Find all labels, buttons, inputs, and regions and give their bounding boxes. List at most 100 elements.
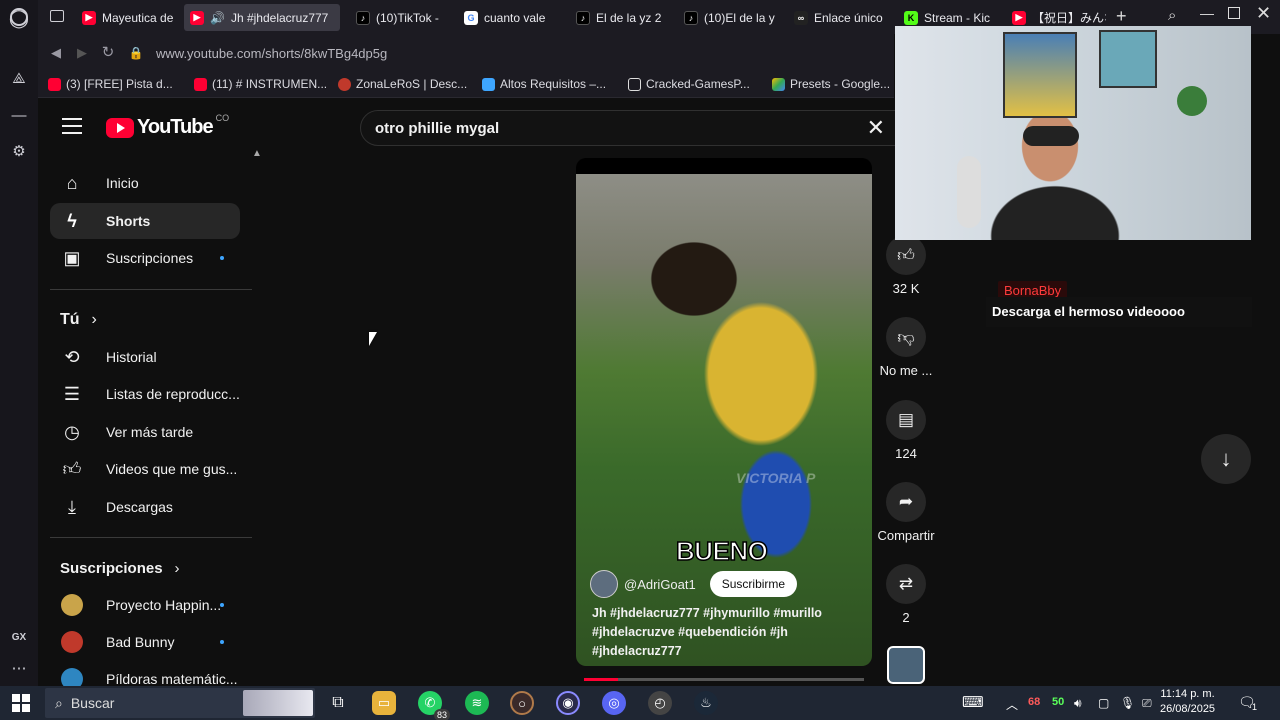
taskbar-search[interactable]: ⌕ Buscar: [45, 688, 315, 718]
speaker-icon[interactable]: 🔊: [210, 11, 225, 25]
tab-3[interactable]: Gcuanto vale: [458, 4, 554, 31]
opera-ai-icon[interactable]: ⟁: [8, 68, 30, 90]
page-scrollbar[interactable]: [1270, 98, 1280, 686]
gx-icon[interactable]: GX: [8, 627, 30, 649]
chevron-up-icon[interactable]: ︿: [1006, 696, 1018, 713]
tab-0[interactable]: ▶ Mayeutica de: [76, 4, 176, 31]
gear-icon[interactable]: ⚙: [8, 141, 30, 163]
shorts-player[interactable]: BUENO VICTORIA P @AdriGoat1 Suscribirme …: [576, 158, 872, 666]
like-button[interactable]: 👍︎: [886, 235, 926, 275]
search-box[interactable]: otro phillie mygal ✕: [360, 110, 900, 146]
spotify-icon[interactable]: ≋: [465, 691, 489, 715]
bookmark-4[interactable]: Cracked-GamesP...: [628, 77, 750, 91]
you-heading-label: Tú: [60, 311, 80, 328]
url-field[interactable]: www.youtube.com/shorts/8kwTBg4dp5g: [156, 46, 387, 61]
avatar: [61, 631, 83, 653]
youtube-logo[interactable]: YouTube CO: [106, 113, 229, 139]
sidebar-item-liked[interactable]: 👍︎ Videos que me gus...: [50, 451, 240, 487]
channel-name[interactable]: @AdriGoat1: [624, 577, 696, 592]
forward-icon[interactable]: ▶: [72, 43, 92, 63]
tab-1-active[interactable]: ▶ 🔊 Jh #jhdelacruz777: [184, 4, 340, 31]
video-frame[interactable]: BUENO VICTORIA P @AdriGoat1 Suscribirme …: [576, 174, 872, 666]
keyboard-icon[interactable]: ⌨: [962, 693, 984, 711]
remix-button[interactable]: ⇄: [886, 564, 926, 604]
chevron-right-icon: ›: [91, 311, 97, 328]
divider: [50, 537, 252, 538]
sidebar-item-label: Shorts: [106, 213, 151, 229]
tiktok-icon: ♪: [576, 10, 590, 25]
more-icon[interactable]: ⋯: [8, 658, 30, 680]
sidebar-item-suscripciones[interactable]: ▣ Suscripciones: [50, 240, 240, 276]
sidebar-sub-2[interactable]: Píldoras matemátic...: [50, 661, 240, 686]
tab-5[interactable]: ♪ (10)El de la y: [678, 4, 778, 31]
clock-time: 11:14 p. m.: [1160, 688, 1215, 700]
search-tabs-icon[interactable]: ⌕: [1168, 7, 1176, 24]
taskbar-search-input[interactable]: Buscar: [71, 695, 115, 711]
file-explorer-icon[interactable]: ▭: [372, 691, 396, 715]
clock[interactable]: 11:14 p. m. 26/08/2025: [1160, 687, 1215, 717]
new-tab-icon[interactable]: +: [1116, 6, 1127, 27]
sidebar-item-inicio[interactable]: ⌂ Inicio: [50, 165, 240, 201]
share-button[interactable]: ➦: [886, 482, 926, 522]
tray-value-red: 68: [1028, 696, 1041, 708]
microphone-image: [957, 156, 981, 228]
sidebar-item-watch-later[interactable]: ◷ Ver más tarde: [50, 414, 240, 450]
subscribe-button[interactable]: Suscribirme: [709, 571, 798, 597]
you-heading[interactable]: Tú ›: [60, 311, 97, 329]
bookmark-2[interactable]: ZonaLeRoS | Desc...: [338, 77, 467, 91]
sidebar-sub-1[interactable]: Bad Bunny: [50, 624, 240, 660]
subscriptions-heading[interactable]: Suscripciones ›: [60, 560, 180, 577]
sidebar-item-label: Proyecto Happin...: [106, 597, 222, 613]
short-caption[interactable]: Jh #jhdelacruz777 #jhymurillo #murillo #…: [592, 604, 862, 661]
volume-icon[interactable]: 🔊︎: [1074, 696, 1082, 711]
steam-icon[interactable]: ♨: [694, 691, 718, 715]
app-icon[interactable]: ◴: [648, 691, 672, 715]
windows-start-icon[interactable]: [12, 694, 30, 712]
network-icon[interactable]: ⎚: [1142, 696, 1152, 711]
tab-menu-icon[interactable]: [50, 10, 64, 22]
microphone-icon[interactable]: 🎙︎: [1120, 696, 1135, 710]
back-icon[interactable]: ◀: [46, 43, 66, 63]
minimize-icon[interactable]: —: [1200, 5, 1214, 21]
menu-icon[interactable]: [62, 118, 82, 134]
bookmark-1[interactable]: (11) # INSTRUMEN...: [194, 77, 327, 91]
bookmark-3[interactable]: Altos Requisitos –...: [482, 77, 606, 91]
shorts-icon: ϟ: [67, 210, 77, 231]
sidebar-item-label: Inicio: [106, 175, 139, 191]
tab-4[interactable]: ♪ El de la yz 2: [570, 4, 666, 31]
opera-gx-icon[interactable]: ○: [510, 691, 534, 715]
bookmark-5[interactable]: Presets - Google...: [772, 77, 890, 91]
channel-avatar[interactable]: [590, 570, 618, 598]
battery-icon[interactable]: ▢: [1098, 696, 1109, 710]
bookmark-label: (3) [FREE] Pista d...: [66, 77, 173, 91]
sound-thumbnail[interactable]: [887, 646, 925, 684]
search-input[interactable]: otro phillie mygal: [375, 120, 499, 137]
scroll-up-icon[interactable]: ▲: [252, 148, 262, 159]
maximize-icon[interactable]: [1228, 7, 1240, 19]
dislike-button[interactable]: 👎︎: [886, 317, 926, 357]
opera-menu-icon[interactable]: [10, 8, 28, 26]
reload-icon[interactable]: ↻: [98, 43, 118, 63]
close-window-icon[interactable]: ✕: [1256, 3, 1271, 24]
task-view-icon[interactable]: ⧉: [326, 691, 350, 715]
bookmark-label: (11) # INSTRUMEN...: [212, 77, 328, 91]
lock-icon[interactable]: 🔒: [126, 43, 146, 63]
bookmark-0[interactable]: (3) [FREE] Pista d...: [48, 77, 173, 91]
whatsapp-icon[interactable]: ✆ 83: [418, 691, 450, 720]
sidebar-item-historial[interactable]: ⟲ Historial: [50, 339, 240, 375]
obs-icon[interactable]: ◉: [556, 691, 580, 715]
link-icon: ∞: [794, 10, 808, 25]
tab-2[interactable]: ♪ (10)TikTok -: [350, 4, 442, 31]
discord-icon[interactable]: ◎: [602, 691, 626, 715]
plant-image: [1177, 86, 1207, 116]
sidebar-item-shorts[interactable]: ϟ Shorts: [50, 203, 240, 239]
tab-6[interactable]: ∞ Enlace único: [788, 4, 890, 31]
sidebar-item-downloads[interactable]: ⤓ Descargas: [50, 489, 240, 525]
sidebar-sub-0[interactable]: Proyecto Happin...: [50, 587, 240, 623]
clear-search-icon[interactable]: ✕: [867, 117, 885, 139]
next-short-button[interactable]: ↓: [1201, 434, 1251, 484]
progress-bar[interactable]: [584, 678, 864, 681]
sidebar-item-playlists[interactable]: ☰ Listas de reproducc...: [50, 376, 240, 412]
comments-button[interactable]: ▤: [886, 400, 926, 440]
minus-icon[interactable]: —: [8, 105, 30, 127]
